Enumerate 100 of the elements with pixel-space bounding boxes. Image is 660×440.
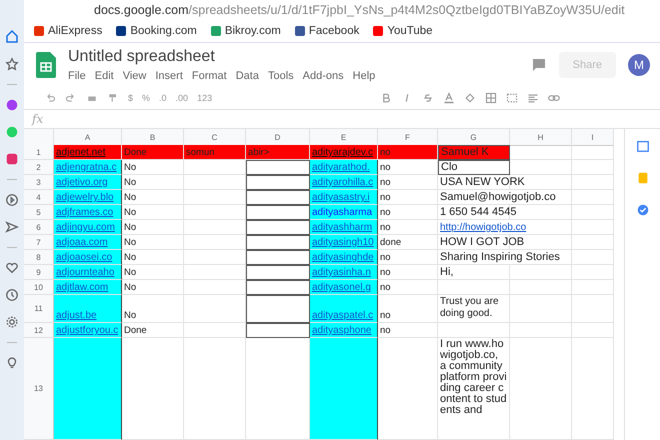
avatar[interactable]: M — [628, 54, 650, 76]
column-header[interactable]: B — [150, 132, 156, 142]
table-cell: no — [380, 282, 391, 293]
table-cell: no — [380, 162, 391, 173]
menu-item[interactable]: Add-ons — [302, 70, 344, 82]
row-number[interactable]: 8 — [36, 252, 41, 262]
home-icon[interactable] — [4, 28, 20, 44]
table-cell: No — [124, 267, 136, 278]
table-cell: no — [380, 147, 391, 158]
table-cell: http://howigotjob.co — [440, 222, 526, 233]
star-icon[interactable] — [5, 57, 19, 71]
bookmark-link[interactable]: Booking.com — [130, 25, 197, 37]
site-logo-icon — [294, 26, 305, 36]
table-cell: Samuel@howigotjob.co — [440, 191, 556, 203]
instagram-icon[interactable] — [5, 152, 19, 166]
borders-icon[interactable] — [485, 92, 498, 104]
row-number[interactable]: 11 — [34, 304, 43, 313]
fill-color-icon[interactable] — [464, 92, 476, 104]
table-cell: Hi, — [440, 266, 454, 278]
row-number[interactable]: 10 — [34, 282, 43, 292]
row-number[interactable]: 3 — [36, 178, 41, 186]
column-header[interactable]: H — [538, 132, 544, 142]
menu-item[interactable]: File — [68, 70, 86, 82]
table-cell: Done — [124, 147, 147, 158]
row-number[interactable]: 6 — [36, 222, 41, 232]
tasks-icon[interactable] — [636, 203, 650, 217]
row-number[interactable]: 4 — [36, 192, 41, 202]
table-cell: No — [124, 192, 136, 203]
row-number[interactable]: 12 — [34, 326, 43, 334]
column-header[interactable]: G — [470, 132, 477, 142]
heart-icon[interactable] — [5, 261, 19, 275]
comment-icon[interactable] — [530, 57, 547, 73]
menu-item[interactable]: Edit — [94, 70, 114, 82]
sheets-logo-icon[interactable] — [36, 52, 56, 78]
strikethrough-icon[interactable] — [422, 92, 434, 104]
table-cell: No — [124, 207, 136, 218]
merge-icon[interactable] — [506, 92, 518, 104]
row-number[interactable]: 13 — [34, 384, 43, 393]
bookmark-link[interactable]: Facebook — [308, 25, 360, 37]
clock-icon[interactable] — [5, 288, 19, 302]
number-format-button[interactable]: 123 — [197, 93, 212, 103]
messenger-icon[interactable] — [5, 98, 19, 112]
site-logo-icon — [34, 26, 44, 36]
bookmark-link[interactable]: Bikroy.com — [224, 25, 281, 37]
table-cell: no — [380, 325, 391, 336]
align-icon[interactable] — [527, 92, 540, 104]
table-cell: Clo — [441, 161, 458, 173]
menu-item[interactable]: View — [122, 70, 146, 82]
play-icon[interactable] — [5, 193, 19, 207]
column-header[interactable]: C — [212, 132, 218, 142]
lightbulb-icon[interactable] — [5, 356, 19, 370]
table-cell: No — [124, 237, 136, 248]
table-cell-text: Trust you are doing good. — [440, 296, 500, 320]
link-icon[interactable] — [548, 92, 560, 104]
menu-item[interactable]: Data — [236, 70, 259, 82]
increase-decimals-button[interactable]: .00 — [176, 93, 188, 103]
menu-item[interactable]: Insert — [155, 70, 183, 82]
menu-item[interactable]: Format — [192, 70, 227, 82]
table-cell: no — [380, 252, 391, 263]
menu-item[interactable]: Tools — [268, 70, 294, 82]
column-header[interactable]: A — [84, 132, 90, 142]
text-color-icon[interactable] — [443, 92, 456, 104]
decrease-decimals-button[interactable]: .0 — [159, 93, 167, 103]
calendar-icon[interactable] — [636, 139, 650, 153]
currency-button[interactable]: $ — [128, 93, 134, 103]
menu-item[interactable]: Help — [352, 70, 376, 82]
column-header[interactable]: D — [274, 132, 280, 142]
table-cell: no — [380, 207, 391, 218]
table-cell: no — [380, 310, 391, 321]
bookmark-link[interactable]: YouTube — [387, 25, 433, 37]
table-cell: abir> — [248, 147, 270, 158]
keep-icon[interactable] — [636, 171, 650, 185]
address-bar[interactable]: docs.google.com/spreadsheets/u/1/d/1tF7jpbI_YsNs_p4t4M2s0QztbeIgd0TBIYaBZoyW35U/edit — [94, 3, 625, 17]
table-cell: No — [124, 162, 136, 173]
site-logo-icon — [373, 26, 384, 36]
bold-icon[interactable] — [380, 92, 392, 104]
row-number[interactable]: 9 — [36, 268, 41, 276]
site-logo-icon — [210, 26, 221, 36]
document-title[interactable]: Untitled spreadsheet — [68, 48, 519, 66]
whatsapp-icon[interactable] — [5, 125, 19, 139]
table-cell: somun — [186, 147, 215, 158]
formula-label: fx — [32, 112, 44, 126]
row-number[interactable]: 5 — [36, 208, 41, 216]
table-cell: no — [380, 267, 391, 278]
column-header[interactable]: I — [591, 132, 594, 142]
row-number[interactable]: 2 — [36, 162, 41, 172]
table-cell: No — [124, 252, 136, 263]
row-number[interactable]: 1 — [36, 148, 41, 156]
paint-format-icon[interactable] — [107, 92, 119, 104]
settings-icon[interactable] — [5, 315, 19, 329]
column-header[interactable]: F — [405, 132, 410, 142]
site-logo-icon — [116, 26, 126, 36]
percent-button[interactable]: % — [142, 93, 150, 103]
send-icon[interactable] — [5, 220, 19, 234]
table-cell: no — [380, 177, 391, 188]
table-cell: 1 650 544 4545 — [440, 206, 516, 218]
column-header[interactable]: E — [340, 132, 346, 142]
row-number[interactable]: 7 — [36, 238, 41, 246]
table-cell: no — [380, 222, 391, 233]
bookmark-link[interactable]: AliExpress — [48, 25, 102, 37]
